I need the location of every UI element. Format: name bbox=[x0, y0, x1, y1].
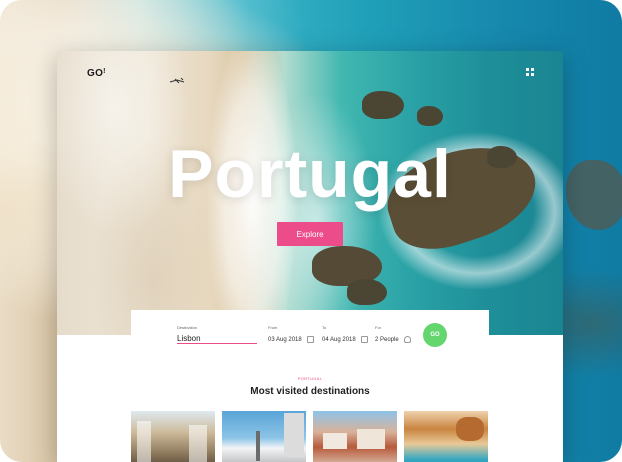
people-field[interactable]: For 2 People bbox=[375, 325, 411, 343]
building-shape bbox=[137, 421, 151, 462]
monument-shape bbox=[256, 431, 260, 461]
hero-title: Portugal bbox=[168, 136, 452, 212]
cliff-shape bbox=[456, 417, 484, 441]
website-page: GO! Portugal Explore Destination Lisbon … bbox=[57, 51, 563, 462]
site-logo[interactable]: GO! bbox=[87, 68, 106, 79]
hero-rock bbox=[362, 91, 404, 119]
hero-section: GO! Portugal Explore bbox=[57, 51, 563, 335]
building-shape bbox=[323, 433, 347, 449]
destination-card-monument-photo[interactable] bbox=[222, 411, 306, 462]
destination-label: Destination bbox=[177, 325, 198, 330]
from-label: From bbox=[268, 325, 278, 330]
hero-rock bbox=[417, 106, 443, 126]
beach-person-icon bbox=[169, 77, 185, 84]
for-label: For bbox=[375, 325, 381, 330]
go-search-button[interactable]: GO bbox=[423, 323, 447, 347]
hero-rock bbox=[347, 279, 387, 305]
logo-text: GO bbox=[87, 68, 104, 79]
logo-mark: ! bbox=[103, 68, 106, 75]
building-shape bbox=[357, 429, 385, 449]
from-value[interactable]: 03 Aug 2018 bbox=[268, 337, 302, 343]
search-bar: Destination Lisbon From 03 Aug 2018 To 0… bbox=[131, 310, 489, 366]
people-icon[interactable] bbox=[403, 336, 411, 343]
building-shape bbox=[284, 413, 304, 457]
destination-card-street-photo[interactable] bbox=[131, 411, 215, 462]
destination-field[interactable]: Destination Lisbon bbox=[177, 325, 257, 344]
section-title: Most visited destinations bbox=[250, 386, 370, 397]
to-value[interactable]: 04 Aug 2018 bbox=[322, 337, 356, 343]
to-label: To bbox=[322, 325, 327, 330]
calendar-icon[interactable] bbox=[306, 336, 314, 343]
from-date-field[interactable]: From 03 Aug 2018 bbox=[268, 325, 314, 343]
grid-menu-icon[interactable] bbox=[526, 68, 534, 76]
to-date-field[interactable]: To 04 Aug 2018 bbox=[322, 325, 368, 343]
calendar-icon[interactable] bbox=[360, 336, 368, 343]
people-value[interactable]: 2 People bbox=[375, 337, 399, 343]
section-kicker: PORTUGAL bbox=[297, 376, 323, 381]
destination-card-beach-photo[interactable] bbox=[404, 411, 488, 462]
screenshot-frame: GO! Portugal Explore Destination Lisbon … bbox=[0, 0, 622, 462]
destination-value[interactable]: Lisbon bbox=[177, 334, 257, 343]
destination-card-rooftops-photo[interactable] bbox=[313, 411, 397, 462]
destination-underline bbox=[177, 343, 257, 344]
explore-button[interactable]: Explore bbox=[277, 222, 343, 246]
building-shape bbox=[189, 425, 207, 462]
